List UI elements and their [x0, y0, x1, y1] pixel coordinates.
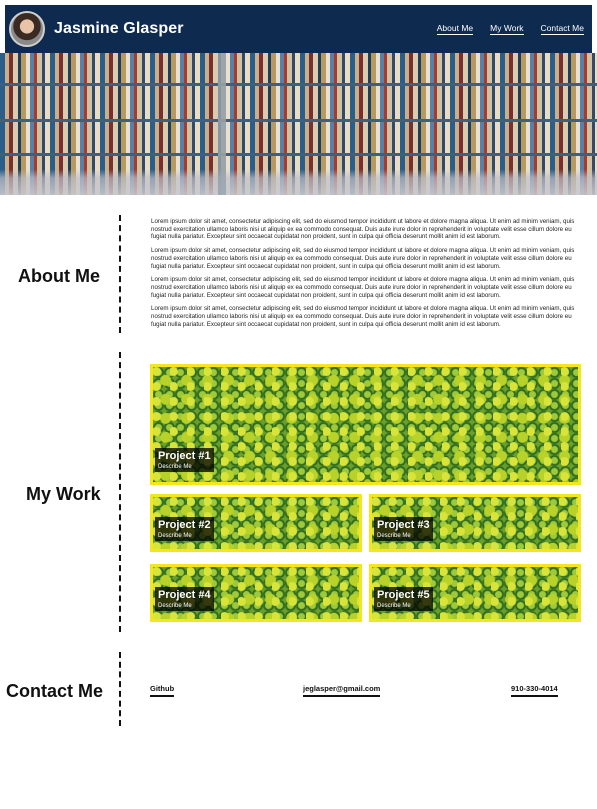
project-card-2[interactable]: Project #2 Describe Me	[150, 494, 362, 552]
shelf-divider	[218, 53, 226, 195]
project-description: Describe Me	[158, 464, 192, 470]
project-title: Project #2	[158, 519, 211, 531]
site-header: Jasmine Glasper About Me My Work Contact…	[5, 5, 592, 53]
project-description: Describe Me	[158, 533, 192, 539]
my-work-heading: My Work	[26, 484, 101, 504]
about-me-heading: About Me	[18, 266, 100, 286]
project-title: Project #3	[377, 519, 430, 531]
project-title: Project #5	[377, 589, 430, 601]
project-card-3[interactable]: Project #3 Describe Me	[369, 494, 581, 552]
phone-link[interactable]: 910-330-4014	[511, 684, 558, 697]
bookshelf-banner-image	[0, 53, 597, 195]
shelf-line	[0, 119, 597, 122]
email-link[interactable]: jeglasper@gmail.com	[303, 684, 381, 697]
about-paragraph: Lorem ipsum dolor sit amet, consectetur …	[151, 276, 575, 299]
site-name: Jasmine Glasper	[54, 20, 184, 37]
nav-contact-me[interactable]: Contact Me	[540, 23, 584, 35]
about-text: Lorem ipsum dolor sit amet, consectetur …	[151, 218, 581, 334]
project-description: Describe Me	[158, 603, 192, 609]
shelf-line	[0, 83, 597, 86]
project-label: Project #4 Describe Me	[155, 587, 214, 611]
about-paragraph: Lorem ipsum dolor sit amet, consectetur …	[151, 305, 575, 328]
about-paragraph: Lorem ipsum dolor sit amet, consectetur …	[151, 247, 575, 270]
project-description: Describe Me	[377, 533, 411, 539]
shelf-line	[0, 153, 597, 156]
project-title: Project #4	[158, 589, 211, 601]
nav-my-work[interactable]: My Work	[490, 23, 524, 35]
about-divider	[119, 215, 121, 333]
main-nav: About Me My Work Contact Me	[436, 5, 584, 53]
project-card-1[interactable]: Project #1 Describe Me	[150, 364, 581, 485]
project-label: Project #2 Describe Me	[155, 517, 214, 541]
work-divider	[119, 352, 121, 632]
project-card-4[interactable]: Project #4 Describe Me	[150, 564, 362, 622]
avatar	[9, 11, 45, 47]
project-card-5[interactable]: Project #5 Describe Me	[369, 564, 581, 622]
contact-divider	[119, 652, 121, 726]
github-link[interactable]: Github	[150, 684, 175, 697]
project-label: Project #1 Describe Me	[155, 448, 214, 472]
project-label: Project #5 Describe Me	[374, 587, 433, 611]
project-label: Project #3 Describe Me	[374, 517, 433, 541]
project-title: Project #1	[158, 450, 211, 462]
contact-me-heading: Contact Me	[6, 681, 104, 701]
nav-about-me[interactable]: About Me	[436, 23, 474, 35]
project-description: Describe Me	[377, 603, 411, 609]
about-paragraph: Lorem ipsum dolor sit amet, consectetur …	[151, 218, 575, 241]
